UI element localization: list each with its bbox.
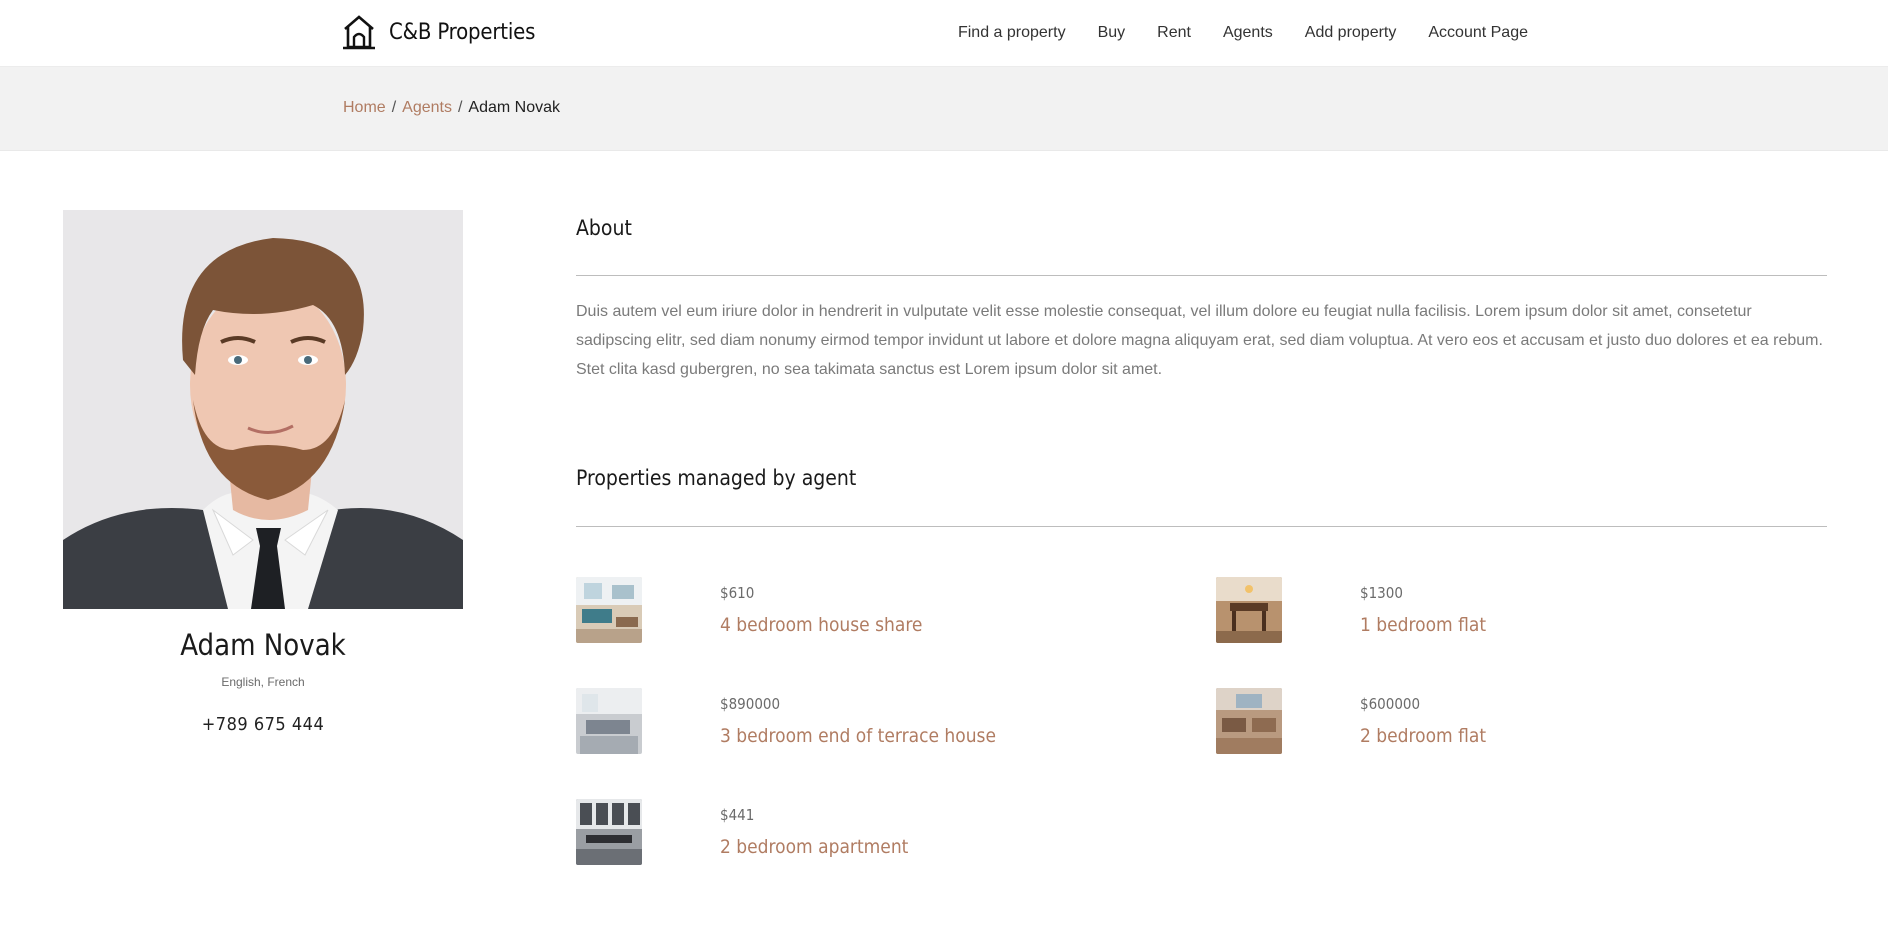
property-thumbnail[interactable] [576, 577, 642, 643]
nav-rent[interactable]: Rent [1157, 22, 1191, 44]
agent-name: Adam Novak [180, 628, 346, 662]
site-header: C&B Properties Find a property Buy Rent … [0, 0, 1888, 67]
agent-phone[interactable]: +789 675 444 [63, 714, 463, 735]
nav-find-property[interactable]: Find a property [958, 22, 1066, 44]
about-text: Duis autem vel eum iriure dolor in hendr… [576, 303, 1823, 378]
agent-photo [63, 210, 463, 609]
about-title: About [576, 216, 632, 240]
nav-buy[interactable]: Buy [1098, 22, 1126, 44]
breadcrumb-separator: / [457, 99, 463, 116]
brand-name: C&B Properties [389, 19, 536, 45]
house-icon [343, 15, 375, 50]
brand-logo-link[interactable]: C&B Properties [342, 14, 535, 50]
divider [576, 526, 1827, 527]
property-title-link[interactable]: 2 bedroom flat [1360, 725, 1486, 747]
breadcrumb-separator: / [391, 99, 397, 116]
property-price: $1300 [1360, 584, 1403, 602]
property-title-link[interactable]: 2 bedroom apartment [720, 836, 908, 858]
property-price: $441 [720, 806, 755, 824]
property-thumbnail[interactable] [1216, 577, 1282, 643]
nav-account-page[interactable]: Account Page [1428, 22, 1528, 44]
nav-agents[interactable]: Agents [1223, 22, 1273, 44]
breadcrumb-home[interactable]: Home [343, 99, 386, 116]
property-title-link[interactable]: 4 bedroom house share [720, 614, 922, 636]
property-price: $610 [720, 584, 755, 602]
divider [576, 275, 1827, 276]
property-title-link[interactable]: 3 bedroom end of terrace house [720, 725, 996, 747]
property-thumbnail[interactable] [576, 688, 642, 754]
main-nav: Find a property Buy Rent Agents Add prop… [926, 22, 1528, 44]
property-thumbnail[interactable] [1216, 688, 1282, 754]
property-thumbnail[interactable] [576, 799, 642, 865]
property-price: $600000 [1360, 695, 1421, 713]
breadcrumb-band: Home / Agents / Adam Novak [0, 67, 1888, 151]
nav-add-property[interactable]: Add property [1305, 22, 1397, 44]
property-price: $890000 [720, 695, 781, 713]
agent-languages: English, French [221, 675, 305, 689]
breadcrumb-agents[interactable]: Agents [402, 99, 452, 116]
breadcrumb: Home / Agents / Adam Novak [343, 97, 560, 119]
breadcrumb-current: Adam Novak [468, 99, 560, 116]
property-title-link[interactable]: 1 bedroom flat [1360, 614, 1486, 636]
properties-title: Properties managed by agent [576, 466, 857, 490]
